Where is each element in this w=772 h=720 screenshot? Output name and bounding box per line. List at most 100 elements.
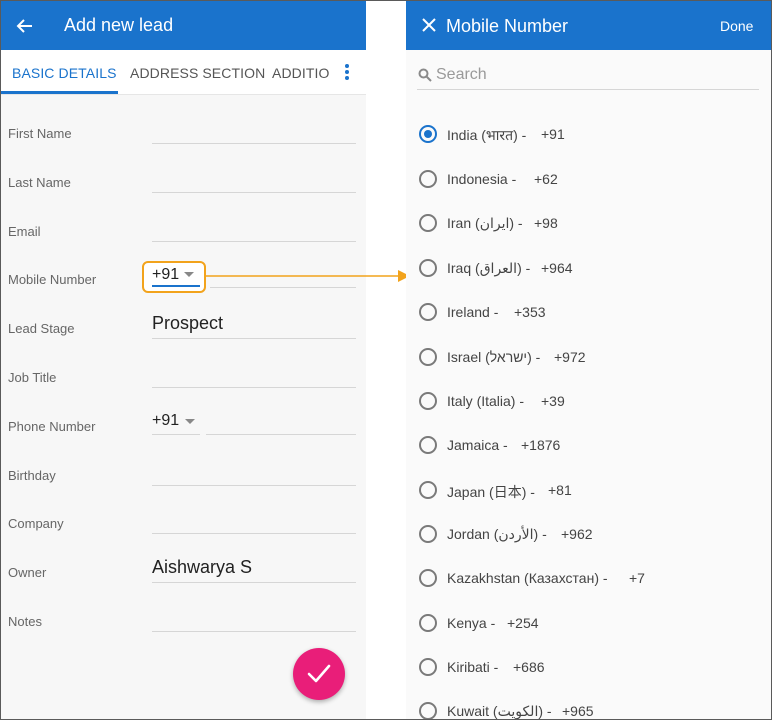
mobile-number-input[interactable] bbox=[210, 287, 356, 288]
country-picker-screen: Mobile Number Done Search India (भारत) -… bbox=[406, 1, 771, 719]
country-option[interactable]: Iraq (العراق) - +964 bbox=[406, 252, 771, 296]
radio-unselected-icon[interactable] bbox=[419, 614, 437, 632]
input-underline bbox=[152, 143, 356, 144]
country-option[interactable]: Israel (ישראל) - +972 bbox=[406, 341, 771, 385]
job-title-field[interactable]: Job Title bbox=[1, 358, 366, 407]
radio-unselected-icon[interactable] bbox=[419, 214, 437, 232]
birthday-field[interactable]: Birthday bbox=[1, 456, 366, 505]
country-option[interactable]: Jamaica - +1876 bbox=[406, 429, 771, 473]
picker-title: Mobile Number bbox=[446, 16, 569, 36]
country-name: Israel (ישראל) - bbox=[447, 349, 541, 365]
input-underline bbox=[152, 338, 356, 339]
phone-number-row: Phone Number bbox=[1, 407, 366, 456]
owner-value: Aishwarya S bbox=[152, 557, 253, 577]
field-label: Birthday bbox=[8, 468, 56, 483]
country-option[interactable]: Italy (Italia) - +39 bbox=[406, 385, 771, 429]
lead-stage-field[interactable]: Lead Stage Prospect bbox=[1, 309, 366, 358]
radio-unselected-icon[interactable] bbox=[419, 569, 437, 587]
input-underline bbox=[152, 485, 356, 486]
country-option[interactable]: Ireland - +353 bbox=[406, 296, 771, 340]
country-dial-code: +39 bbox=[541, 393, 565, 409]
country-dial-code: +353 bbox=[514, 304, 546, 320]
more-options-icon[interactable] bbox=[340, 62, 354, 82]
country-option[interactable]: Kenya - +254 bbox=[406, 607, 771, 651]
radio-unselected-icon[interactable] bbox=[419, 436, 437, 454]
country-dial-code: +972 bbox=[554, 349, 586, 365]
tab-address-section[interactable]: ADDRESS SECTION bbox=[130, 65, 265, 81]
input-underline bbox=[152, 387, 356, 388]
tab-bar: BASIC DETAILS ADDRESS SECTION ADDITIONAL bbox=[1, 50, 366, 95]
country-option[interactable]: Jordan (الأردن) - +962 bbox=[406, 518, 771, 562]
search-bar[interactable]: Search bbox=[417, 63, 759, 90]
country-option[interactable]: Indonesia - +62 bbox=[406, 163, 771, 207]
radio-unselected-icon[interactable] bbox=[419, 259, 437, 277]
app-bar: Add new lead bbox=[1, 1, 366, 50]
country-option[interactable]: India (भारत) - +91 bbox=[406, 118, 771, 162]
checkmark-icon bbox=[307, 664, 331, 683]
screen-title: Add new lead bbox=[64, 15, 174, 35]
country-option[interactable]: Kiribati - +686 bbox=[406, 651, 771, 695]
save-lead-button[interactable] bbox=[293, 648, 345, 700]
tab-basic-details[interactable]: BASIC DETAILS bbox=[12, 65, 117, 81]
country-name: Kenya - bbox=[447, 615, 496, 631]
radio-unselected-icon[interactable] bbox=[419, 481, 437, 499]
phone-number-input[interactable] bbox=[206, 434, 356, 435]
input-underline bbox=[152, 631, 356, 632]
back-arrow-icon[interactable] bbox=[15, 16, 35, 36]
tab-additional[interactable]: ADDITIONAL bbox=[272, 65, 330, 81]
phone-country-code-dropdown[interactable]: +91 bbox=[152, 412, 179, 430]
country-name: Iraq (العراق) - bbox=[447, 260, 531, 276]
radio-unselected-icon[interactable] bbox=[419, 702, 437, 719]
owner-field[interactable]: Owner Aishwarya S bbox=[1, 553, 366, 602]
notes-field[interactable]: Notes bbox=[1, 602, 366, 651]
close-icon[interactable] bbox=[421, 17, 437, 33]
field-label: Last Name bbox=[8, 175, 71, 190]
country-name: Iran (ایران) - bbox=[447, 215, 523, 231]
country-option[interactable]: Kuwait (الكويت) - +965 bbox=[406, 695, 771, 719]
dropdown-caret-icon bbox=[185, 419, 195, 424]
company-field[interactable]: Company bbox=[1, 504, 366, 553]
search-input[interactable]: Search bbox=[436, 66, 487, 84]
country-name: Jordan (الأردن) - bbox=[447, 526, 547, 542]
active-tab-indicator bbox=[1, 91, 118, 94]
country-dial-code: +7 bbox=[629, 570, 645, 586]
search-icon bbox=[418, 68, 432, 82]
field-label: Mobile Number bbox=[8, 272, 97, 287]
country-dial-code: +964 bbox=[541, 260, 573, 276]
country-option[interactable]: Kazakhstan (Казахстан) - +7 bbox=[406, 562, 771, 606]
done-button[interactable]: Done bbox=[720, 18, 753, 34]
radio-unselected-icon[interactable] bbox=[419, 348, 437, 366]
mobile-country-code-dropdown[interactable]: +91 bbox=[152, 266, 179, 284]
field-label: First Name bbox=[8, 126, 72, 141]
country-option[interactable]: Iran (ایران) - +98 bbox=[406, 207, 771, 251]
country-dial-code: +254 bbox=[507, 615, 539, 631]
radio-unselected-icon[interactable] bbox=[419, 525, 437, 543]
first-name-field[interactable]: First Name bbox=[1, 114, 366, 163]
country-name: Indonesia - bbox=[447, 171, 517, 187]
field-label: Job Title bbox=[8, 370, 57, 385]
radio-unselected-icon[interactable] bbox=[419, 303, 437, 321]
country-option[interactable]: Japan (日本) - +81 bbox=[406, 474, 771, 518]
country-dial-code: +81 bbox=[548, 482, 572, 498]
country-dial-code: +965 bbox=[562, 703, 594, 719]
country-dial-code: +98 bbox=[534, 215, 558, 231]
last-name-field[interactable]: Last Name bbox=[1, 163, 366, 212]
country-name: Kuwait (الكويت) - bbox=[447, 703, 552, 719]
lead-stage-value: Prospect bbox=[152, 313, 224, 333]
radio-unselected-icon[interactable] bbox=[419, 658, 437, 676]
active-underline bbox=[152, 285, 200, 287]
email-field[interactable]: Email bbox=[1, 212, 366, 261]
country-name: India (भारत) - bbox=[447, 127, 527, 143]
radio-unselected-icon[interactable] bbox=[419, 170, 437, 188]
country-name: Jamaica - bbox=[447, 437, 508, 453]
radio-unselected-icon[interactable] bbox=[419, 392, 437, 410]
country-dial-code: +91 bbox=[541, 126, 565, 142]
field-label: Lead Stage bbox=[8, 321, 75, 336]
add-lead-screen: Add new lead BASIC DETAILS ADDRESS SECTI… bbox=[1, 1, 366, 719]
radio-selected-icon[interactable] bbox=[419, 125, 437, 143]
field-label: Phone Number bbox=[8, 419, 96, 434]
country-dial-code: +62 bbox=[534, 171, 558, 187]
country-name: Kiribati - bbox=[447, 659, 499, 675]
country-dial-code: +962 bbox=[561, 526, 593, 542]
input-underline bbox=[152, 434, 200, 435]
